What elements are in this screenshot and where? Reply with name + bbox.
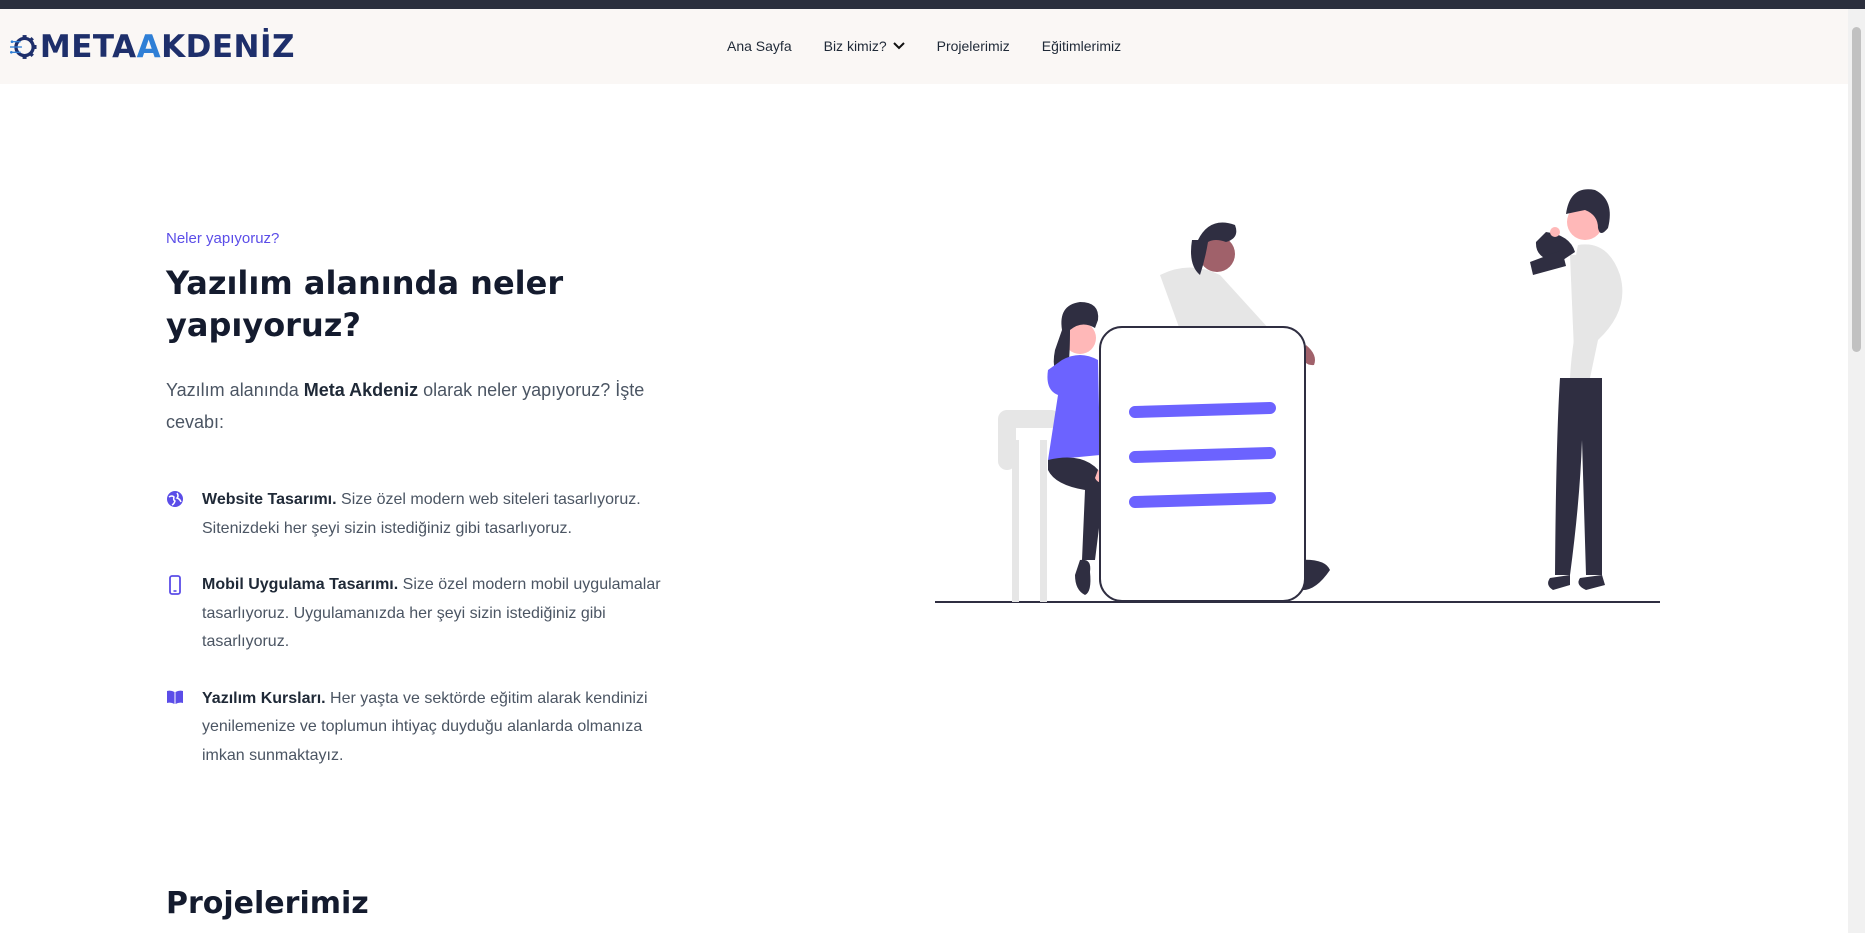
scrollbar-thumb[interactable]: [1852, 27, 1861, 352]
feature-title: Mobil Uygulama Tasarımı.: [202, 576, 399, 593]
projects-section-title: Projelerimiz: [166, 886, 369, 921]
nav-item-biz-kimiz[interactable]: Biz kimiz?: [824, 38, 905, 54]
brand-name: METAAKDENİZ: [39, 29, 295, 65]
person-photographer: [1530, 189, 1623, 590]
brand-logo[interactable]: METAAKDENİZ: [10, 27, 295, 67]
nav-item-ana-sayfa[interactable]: Ana Sayfa: [727, 38, 792, 54]
feature-title: Yazılım Kursları.: [202, 689, 326, 707]
nav-item-projelerimiz[interactable]: Projelerimiz: [937, 38, 1010, 54]
page-scrollbar[interactable]: [1848, 9, 1865, 933]
navbar: METAAKDENİZ Ana Sayfa Biz kimiz? Projele…: [0, 9, 1848, 84]
feature-list: Website Tasarımı. Size özel modern web s…: [166, 486, 676, 770]
browser-top-strip: [0, 0, 1865, 9]
feature-item-website: Website Tasarımı. Size özel modern web s…: [166, 486, 676, 543]
document-card: [1099, 326, 1306, 602]
globe-icon: [167, 491, 183, 507]
feature-item-courses: Yazılım Kursları. Her yaşta ve sektörde …: [166, 685, 676, 771]
section-lead: Yazılım alanında Meta Akdeniz olarak nel…: [166, 380, 645, 432]
chevron-down-icon: [892, 42, 905, 50]
services-section: Neler yapıyoruz? Yazılım alanında neler …: [166, 230, 676, 798]
chair-illustration: [998, 410, 1060, 602]
feature-item-mobile: Mobil Uygulama Tasarımı. Size özel moder…: [166, 571, 676, 657]
gear-circuit-logo-icon: [10, 35, 37, 59]
section-title: Yazılım alanında neler yapıyoruz?: [166, 264, 564, 344]
main-nav: Ana Sayfa Biz kimiz? Projelerimiz Eğitim…: [727, 38, 1153, 54]
feature-title: Website Tasarımı.: [202, 491, 337, 508]
section-eyebrow: Neler yapıyoruz?: [166, 230, 280, 247]
mobile-phone-icon: [169, 575, 181, 595]
nav-item-egitimlerimiz[interactable]: Eğitimlerimiz: [1042, 38, 1121, 54]
team-illustration: [935, 189, 1660, 603]
book-icon: [167, 690, 183, 704]
